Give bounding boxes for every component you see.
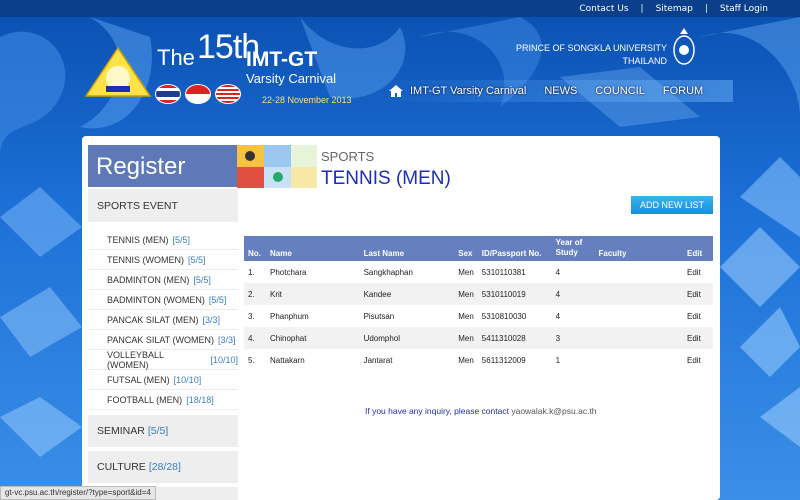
title-varsity-carnival: Varsity Carnival bbox=[246, 71, 337, 86]
sports-thumbnail bbox=[237, 145, 317, 188]
page-title: TENNIS (MEN) bbox=[321, 168, 451, 189]
university-line2: THAILAND bbox=[622, 56, 667, 66]
thailand-flag-icon bbox=[155, 84, 181, 104]
sidebar-item-volleyball-women[interactable]: VOLLEYBALL (WOMEN) [10/10] bbox=[88, 350, 238, 370]
registration-table: No. Name Last Name Sex ID/Passport No. Y… bbox=[244, 236, 713, 371]
edit-link[interactable]: Edit bbox=[683, 327, 713, 349]
sidebar-item-badminton-men[interactable]: BADMINTON (MEN) [5/5] bbox=[88, 270, 238, 290]
col-sex: Sex bbox=[458, 249, 473, 258]
event-date: 22-28 November 2013 bbox=[262, 95, 352, 105]
carnival-logo[interactable] bbox=[84, 46, 152, 98]
browser-status-bar: gt-vc.psu.ac.th/register/?type=sport&id=… bbox=[0, 486, 156, 500]
sidebar-item-pancak-silat-women[interactable]: PANCAK SILAT (WOMEN) [3/3] bbox=[88, 330, 238, 350]
university-name: PRINCE OF SONGKLA UNIVERSITY THAILAND bbox=[512, 42, 667, 68]
col-last-name: Last Name bbox=[363, 249, 405, 258]
add-new-list-button[interactable]: ADD NEW LIST bbox=[631, 196, 713, 214]
col-no: No. bbox=[248, 249, 261, 258]
sitemap-link[interactable]: Sitemap bbox=[644, 4, 705, 14]
sidebar-item-pancak-silat-men[interactable]: PANCAK SILAT (MEN) [3/3] bbox=[88, 310, 238, 330]
title-imt-gt: IMT-GT bbox=[246, 48, 318, 71]
sidebar-item-tennis-men[interactable]: TENNIS (MEN) [5/5] bbox=[88, 230, 238, 250]
edit-link[interactable]: Edit bbox=[683, 261, 713, 283]
country-flags bbox=[155, 84, 241, 104]
inquiry-text: If you have any inquiry, please contact bbox=[365, 406, 509, 416]
table-row: 1. Photchara Sangkhaphan Men 5310110381 4 Edit bbox=[244, 261, 713, 283]
inquiry-note: If you have any inquiry, please contact … bbox=[365, 406, 597, 416]
sidebar-section-label: SPORTS EVENT bbox=[97, 199, 178, 212]
sidebar-section-seminar[interactable]: SEMINAR [5/5] bbox=[88, 415, 238, 447]
sidebar-item-football-men[interactable]: FOOTBALL (MEN) [18/18] bbox=[88, 390, 238, 410]
staff-login-link[interactable]: Staff Login bbox=[708, 4, 780, 14]
register-heading: Register bbox=[88, 145, 238, 187]
col-name: Name bbox=[269, 249, 292, 258]
edit-link[interactable]: Edit bbox=[683, 349, 713, 371]
section-label: SPORTS bbox=[321, 149, 375, 164]
university-line1: PRINCE OF SONGKLA UNIVERSITY bbox=[515, 43, 667, 53]
table-row: 2. Krit Kandee Men 5310110019 4 Edit bbox=[244, 283, 713, 305]
table-row: 4. Chinophat Udomphol Men 5411310028 3 Edit bbox=[244, 327, 713, 349]
nav-item-council[interactable]: COUNCIL bbox=[595, 85, 645, 97]
nav-item-carnival[interactable]: IMT-GT Varsity Carnival bbox=[410, 85, 526, 97]
sidebar-sports-list: TENNIS (MEN) [5/5] TENNIS (WOMEN) [5/5] BA… bbox=[88, 222, 238, 410]
sidebar-section-sports[interactable]: SPORTS EVENT bbox=[88, 189, 238, 222]
col-year: Year of Study bbox=[555, 238, 583, 257]
col-edit: Edit bbox=[687, 249, 703, 258]
main-nav: IMT-GT Varsity Carnival NEWS COUNCIL FOR… bbox=[380, 80, 734, 102]
malaysia-flag-icon bbox=[215, 84, 241, 104]
university-emblem-icon bbox=[673, 28, 695, 65]
indonesia-flag-icon bbox=[185, 84, 211, 104]
col-faculty: Faculty bbox=[598, 249, 627, 258]
sidebar-item-futsal-men[interactable]: FUTSAL (MEN) [10/10] bbox=[88, 370, 238, 390]
nav-item-forum[interactable]: FORUM bbox=[663, 85, 703, 97]
home-icon[interactable] bbox=[388, 84, 404, 98]
top-bar: Contact Us | Sitemap | Staff Login bbox=[0, 0, 800, 17]
contact-us-link[interactable]: Contact Us bbox=[567, 4, 640, 14]
contact-email-link[interactable]: yaowalak.k@psu.ac.th bbox=[511, 406, 596, 416]
sidebar: SPORTS EVENT TENNIS (MEN) [5/5] TENNIS (W… bbox=[88, 189, 238, 500]
nav-item-news[interactable]: NEWS bbox=[544, 85, 577, 97]
edit-link[interactable]: Edit bbox=[683, 305, 713, 327]
col-id: ID/Passport No. bbox=[481, 249, 542, 258]
table-row: 5. Nattakarn Jantarat Men 5611312009 1 Edit bbox=[244, 349, 713, 371]
sidebar-item-tennis-women[interactable]: TENNIS (WOMEN) [5/5] bbox=[88, 250, 238, 270]
sidebar-item-badminton-women[interactable]: BADMINTON (WOMEN) [5/5] bbox=[88, 290, 238, 310]
sidebar-section-culture[interactable]: CULTURE [28/28] bbox=[88, 451, 238, 483]
table-row: 3. Phanphum Pisutsan Men 5310810030 4 Edit bbox=[244, 305, 713, 327]
edit-link[interactable]: Edit bbox=[683, 283, 713, 305]
table-header-row: No. Name Last Name Sex ID/Passport No. Y… bbox=[244, 236, 713, 261]
title-the: The bbox=[157, 45, 195, 70]
